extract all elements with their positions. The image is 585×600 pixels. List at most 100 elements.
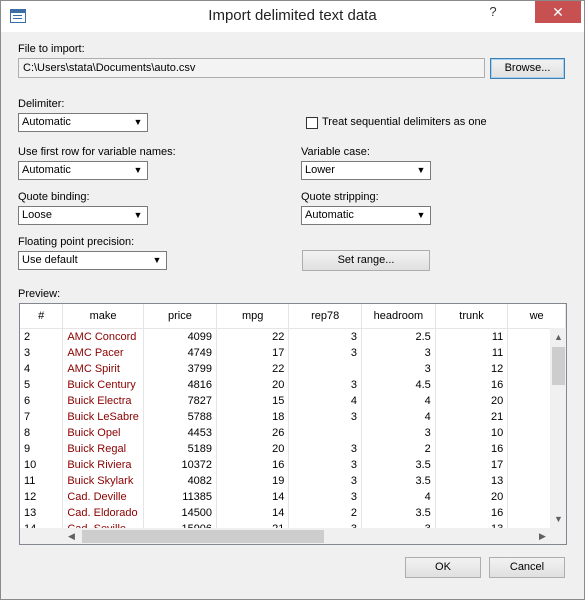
scroll-left-icon[interactable]: ◀	[68, 531, 75, 542]
table-row: 5 Buick Century 4816 20 3 4.5 16	[20, 377, 566, 393]
preview-label: Preview:	[18, 288, 61, 300]
vertical-scroll-thumb[interactable]	[552, 347, 565, 385]
table-row: 3 AMC Pacer 4749 17 3 3 11	[20, 345, 566, 361]
chevron-down-icon: ▼	[133, 117, 143, 127]
table-cell: Buick Riviera	[62, 457, 144, 473]
first-row-select[interactable]: Automatic ▼	[18, 161, 148, 180]
table-cell: 18	[216, 409, 290, 425]
preview-body: 2 AMC Concord 4099 22 3 2.5 11 3 AMC Pacer 4749 17…	[20, 328, 566, 537]
variable-case-label: Variable case:	[301, 146, 370, 158]
table-cell: AMC Pacer	[62, 345, 144, 361]
delimiter-label: Delimiter:	[18, 98, 65, 110]
table-cell: 4	[361, 489, 436, 505]
table-cell: 20	[435, 489, 509, 505]
preview-table: # make price mpg rep78 headroom trunk we 2 AMC C…	[20, 304, 566, 537]
table-cell: 3	[288, 409, 363, 425]
float-precision-value: Use default	[22, 254, 78, 266]
table-cell: 17	[216, 345, 290, 361]
table-cell: 16	[216, 457, 290, 473]
table-cell	[288, 361, 363, 377]
horizontal-scrollbar[interactable]: ◀ ▶	[20, 528, 550, 544]
sequential-delims-checkbox[interactable]	[306, 117, 318, 129]
table-cell: 3	[361, 345, 436, 361]
table-cell: 4	[361, 409, 436, 425]
table-cell: 10372	[143, 457, 218, 473]
table-cell: Buick Electra	[62, 393, 144, 409]
table-cell: 8	[20, 425, 64, 441]
table-cell: 10	[435, 425, 509, 441]
preview-grid[interactable]: # make price mpg rep78 headroom trunk we 2 AMC C…	[19, 303, 567, 545]
set-range-button[interactable]: Set range...	[302, 250, 430, 271]
quote-stripping-value: Automatic	[305, 209, 354, 221]
table-cell: AMC Spirit	[62, 361, 144, 377]
delimiter-select[interactable]: Automatic ▼	[18, 113, 148, 132]
float-precision-label: Floating point precision:	[18, 236, 135, 248]
cancel-button[interactable]: Cancel	[489, 557, 565, 578]
table-row: 12 Cad. Deville 11385 14 3 4 20	[20, 489, 566, 505]
column-header[interactable]: headroom	[361, 304, 436, 329]
table-row: 6 Buick Electra 7827 15 4 4 20	[20, 393, 566, 409]
column-header[interactable]: rep78	[288, 304, 363, 329]
horizontal-scroll-thumb[interactable]	[82, 530, 324, 543]
table-row: 8 Buick Opel 4453 26 3 10	[20, 425, 566, 441]
table-cell: 16	[435, 441, 509, 457]
table-cell: 3	[361, 361, 436, 377]
column-header[interactable]: price	[143, 304, 218, 329]
column-header[interactable]: we	[507, 304, 566, 329]
variable-case-value: Lower	[305, 164, 335, 176]
table-cell: 7827	[143, 393, 218, 409]
table-row: 11 Buick Skylark 4082 19 3 3.5 13	[20, 473, 566, 489]
table-cell: 16	[435, 505, 509, 521]
title-bar: Import delimited text data ? ✕	[1, 1, 584, 32]
file-path-field[interactable]: C:\Users\stata\Documents\auto.csv	[18, 58, 485, 78]
sequential-delims-label: Treat sequential delimiters as one	[322, 116, 487, 128]
ok-button[interactable]: OK	[405, 557, 481, 578]
table-cell: 2	[288, 505, 363, 521]
quote-stripping-select[interactable]: Automatic ▼	[301, 206, 431, 225]
table-cell: 14500	[143, 505, 218, 521]
table-cell: Buick Regal	[62, 441, 144, 457]
scroll-up-icon[interactable]: ▲	[554, 332, 563, 342]
scroll-down-icon[interactable]: ▼	[554, 514, 563, 524]
scroll-right-icon[interactable]: ▶	[539, 531, 546, 542]
table-cell: 16	[435, 377, 509, 393]
quote-binding-value: Loose	[22, 209, 52, 221]
table-cell: 4	[20, 361, 64, 377]
import-dialog: Import delimited text data ? ✕ File to i…	[0, 0, 585, 600]
delimiter-value: Automatic	[22, 116, 71, 128]
table-cell: Buick Opel	[62, 425, 144, 441]
scroll-corner	[550, 528, 566, 544]
table-cell: 5	[20, 377, 64, 393]
table-cell: 20	[435, 393, 509, 409]
vertical-scrollbar[interactable]: ▲ ▼	[550, 328, 566, 528]
help-button[interactable]: ?	[481, 1, 505, 23]
table-cell: Buick Skylark	[62, 473, 144, 489]
table-cell: 12	[435, 361, 509, 377]
table-cell: Buick LeSabre	[62, 409, 144, 425]
column-header[interactable]: mpg	[216, 304, 290, 329]
table-cell: 2	[361, 441, 436, 457]
float-precision-select[interactable]: Use default ▼	[18, 251, 167, 270]
table-cell: 15	[216, 393, 290, 409]
variable-case-select[interactable]: Lower ▼	[301, 161, 431, 180]
table-cell: 4816	[143, 377, 218, 393]
table-cell: 3.5	[361, 505, 436, 521]
column-header[interactable]: #	[20, 304, 64, 329]
column-header[interactable]: trunk	[435, 304, 509, 329]
preview-header-row: # make price mpg rep78 headroom trunk we	[20, 304, 566, 329]
table-cell: 19	[216, 473, 290, 489]
table-cell: 5189	[143, 441, 218, 457]
quote-binding-select[interactable]: Loose ▼	[18, 206, 148, 225]
table-cell: 6	[20, 393, 64, 409]
table-cell: 14	[216, 505, 290, 521]
chevron-down-icon: ▼	[133, 210, 143, 220]
table-cell: 21	[435, 409, 509, 425]
browse-button[interactable]: Browse...	[490, 58, 565, 79]
column-header[interactable]: make	[62, 304, 144, 329]
table-cell: 4.5	[361, 377, 436, 393]
table-cell: 3	[20, 345, 64, 361]
table-cell: Cad. Deville	[62, 489, 144, 505]
close-button[interactable]: ✕	[535, 1, 581, 23]
table-cell: 3	[288, 457, 363, 473]
quote-stripping-label: Quote stripping:	[301, 191, 379, 203]
